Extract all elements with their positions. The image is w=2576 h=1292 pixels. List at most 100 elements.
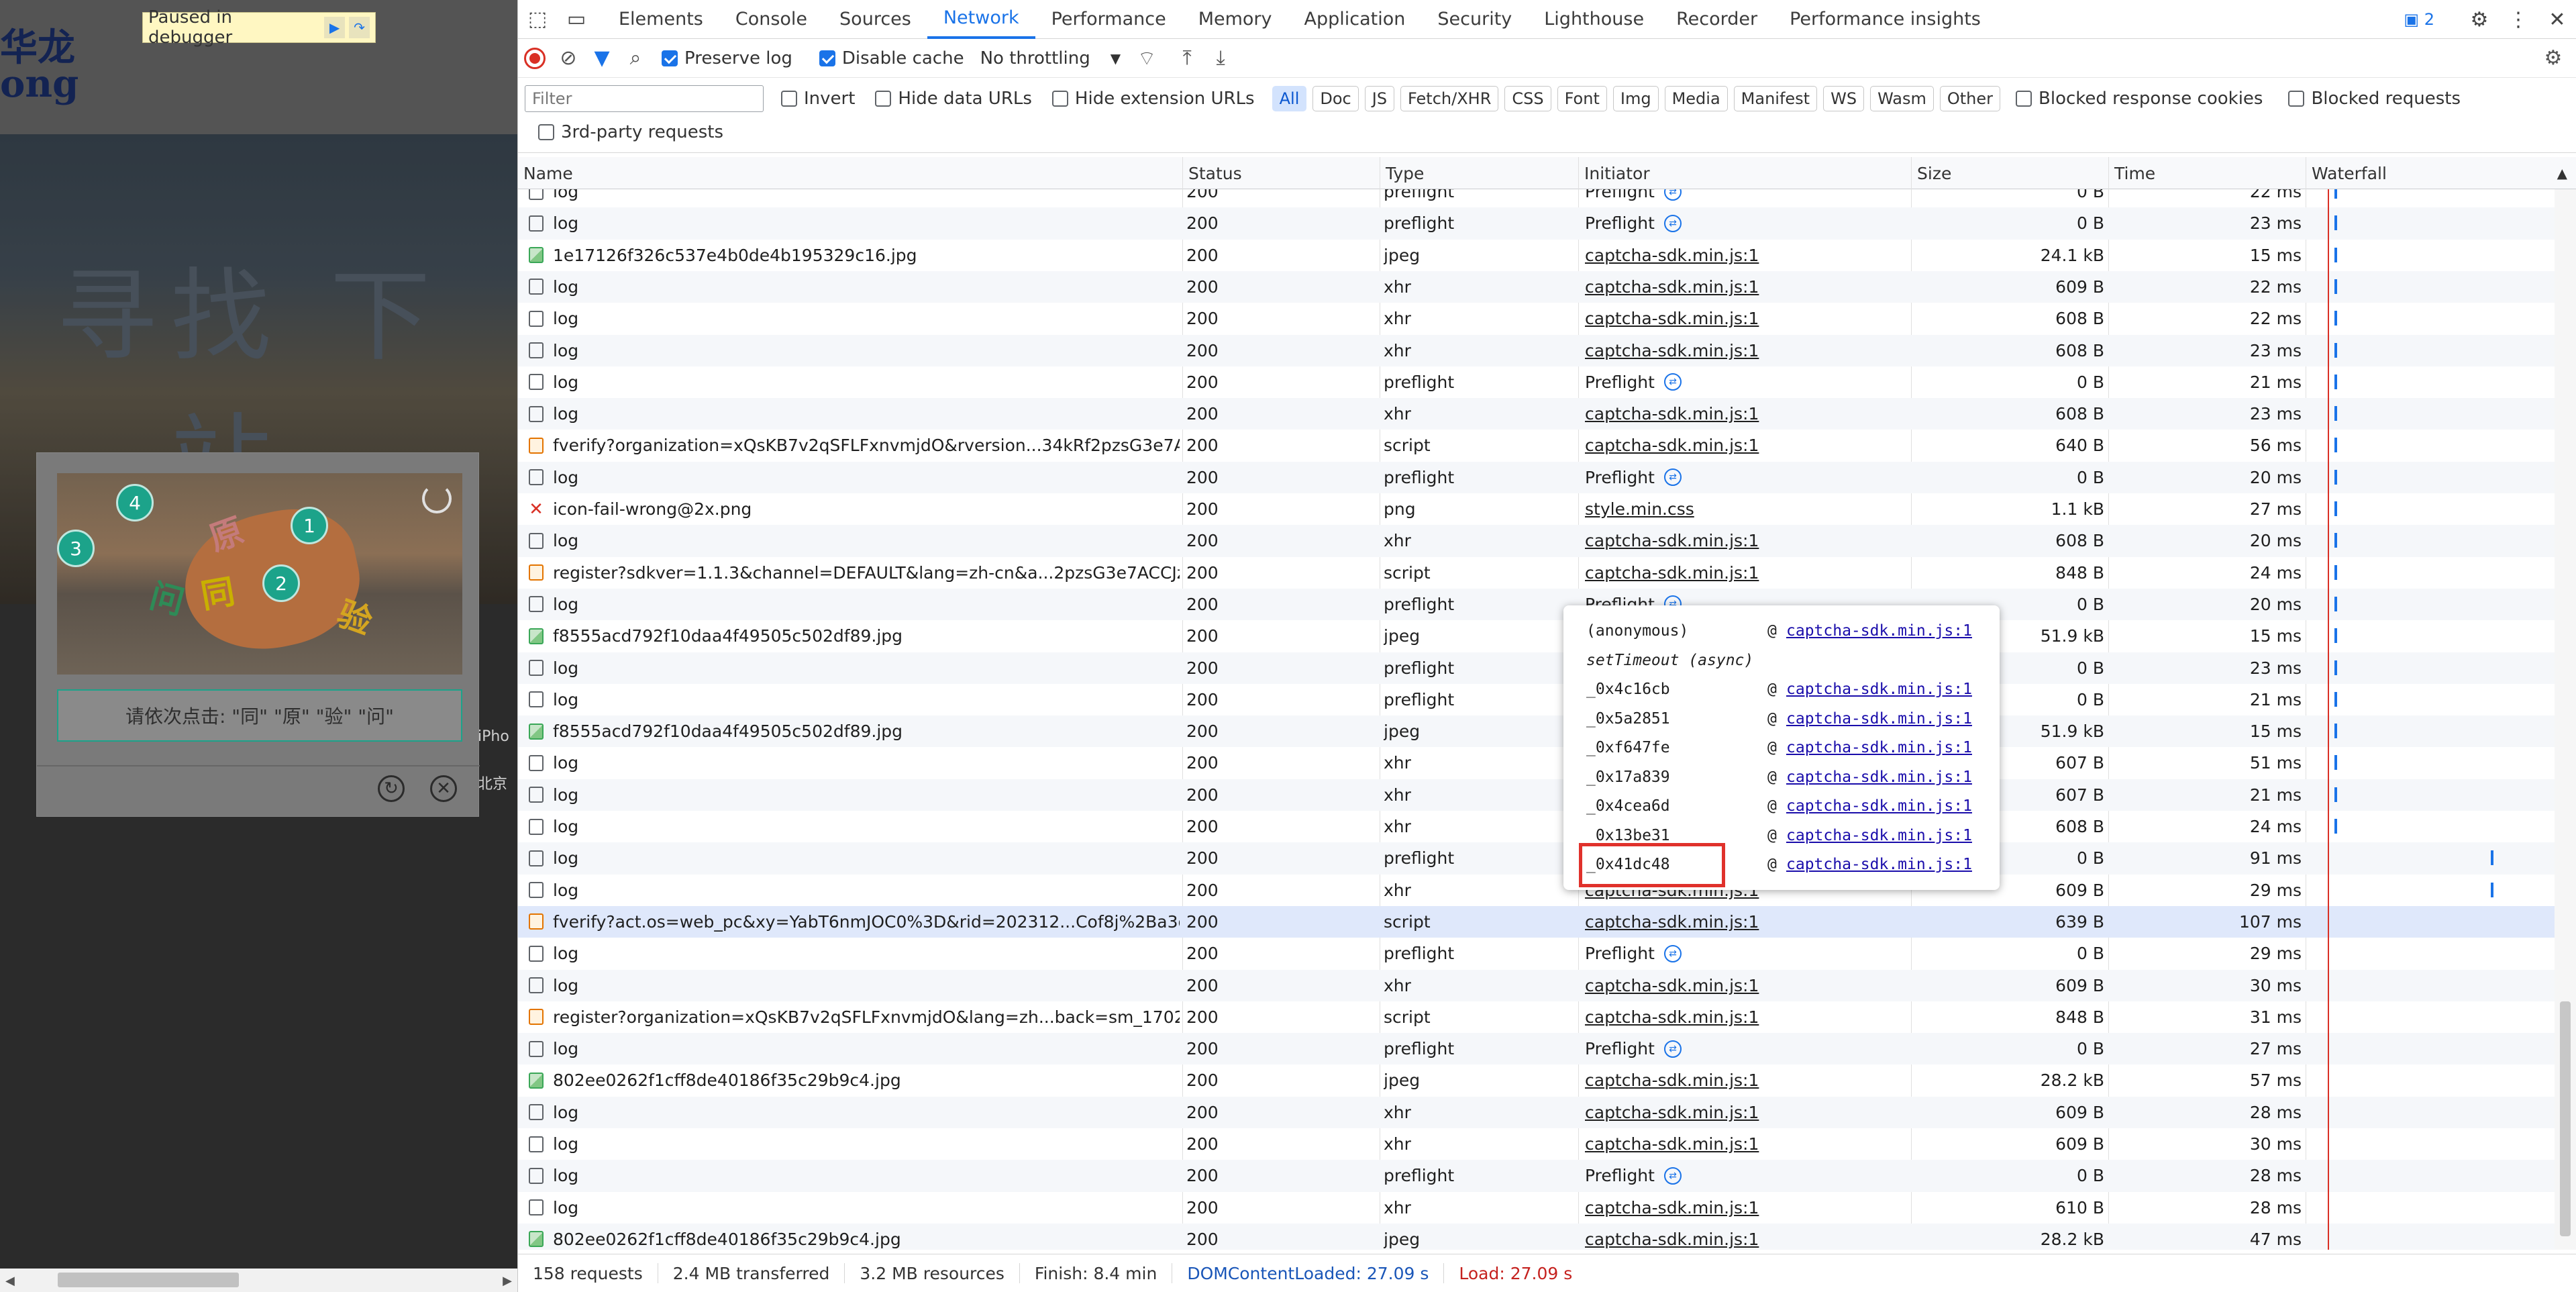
throttling-select[interactable]: No throttling ▼	[980, 48, 1121, 68]
preflight-icon[interactable]: ⇄	[1663, 214, 1682, 232]
table-row[interactable]: log 200 xhr captcha-sdk.min.js:1 610 B 28 ms	[518, 1192, 2555, 1224]
filter-type-doc[interactable]: Doc	[1312, 86, 1359, 111]
invert-checkbox[interactable]: Invert	[781, 89, 855, 109]
table-row[interactable]: log 200 preflight Preflight ⇄ 0 B 29 ms	[518, 938, 2555, 969]
filter-type-font[interactable]: Font	[1557, 86, 1607, 111]
network-settings-icon[interactable]: ⚙	[2536, 39, 2570, 78]
initiator-cell[interactable]: captcha-sdk.min.js:1	[1585, 525, 1907, 556]
initiator-link[interactable]: captcha-sdk.min.js:1	[1585, 912, 1759, 932]
table-row[interactable]: log200preflightPreflight⇄0 B21 ms	[518, 684, 2555, 715]
network-conditions-icon[interactable]: ⌔	[1130, 39, 1164, 78]
initiator-link[interactable]: captcha-sdk.min.js:1	[1585, 1230, 1759, 1249]
column-status[interactable]: Status	[1182, 157, 1380, 189]
tab-elements[interactable]: Elements	[603, 0, 719, 39]
initiator-link[interactable]: captcha-sdk.min.js:1	[1585, 1198, 1759, 1218]
close-devtools-icon[interactable]: ✕	[2538, 0, 2576, 39]
table-row[interactable]: log200preflightPreflight⇄0 B23 ms	[518, 207, 2555, 240]
table-row[interactable]: log 200 xhr captcha-sdk.min.js:1 609 B 29 ms	[518, 875, 2555, 906]
table-row[interactable]: fverify?organization=xQsKB7v2qSFLFxnvmjd…	[518, 430, 2555, 461]
table-row[interactable]: log200xhrcaptcha-sdk.min.js:1608 B24 ms	[518, 811, 2555, 842]
table-row[interactable]: log 200 preflight Preflight ⇄ 0 B 22 ms	[518, 189, 2555, 207]
column-initiator[interactable]: Initiator	[1578, 157, 1911, 189]
initiator-cell[interactable]: captcha-sdk.min.js:1	[1585, 271, 1907, 303]
initiator-cell[interactable]: style.min.css	[1585, 493, 1907, 525]
initiator-link[interactable]: captcha-sdk.min.js:1	[1585, 1071, 1759, 1090]
import-har-icon[interactable]: ⤒	[1170, 39, 1204, 78]
tab-console[interactable]: Console	[719, 0, 823, 39]
tab-recorder[interactable]: Recorder	[1660, 0, 1773, 39]
filter-type-media[interactable]: Media	[1664, 86, 1728, 111]
column-time[interactable]: Time	[2108, 157, 2306, 189]
stack-source-link[interactable]: captcha-sdk.min.js:1	[1786, 739, 1972, 756]
blocked-response-cookies-checkbox[interactable]: Blocked response cookies	[2016, 89, 2263, 109]
table-row[interactable]: log 200 xhr captcha-sdk.min.js:1 608 B 23 ms	[518, 334, 2555, 366]
filter-type-manifest[interactable]: Manifest	[1733, 86, 1818, 111]
table-row[interactable]: ✕ icon-fail-wrong@2x.png 200 png style.min.c…	[518, 493, 2555, 525]
tab-performance-insights[interactable]: Performance insights	[1773, 0, 1997, 39]
table-row[interactable]: log200xhrcaptcha-sdk.min.js:1607 B51 ms	[518, 747, 2555, 779]
stack-source-link[interactable]: captcha-sdk.min.js:1	[1786, 681, 1972, 698]
initiator-cell[interactable]: captcha-sdk.min.js:1	[1585, 1097, 1907, 1128]
initiator-link[interactable]: captcha-sdk.min.js:1	[1585, 1007, 1759, 1027]
table-row[interactable]: log 200 preflight Preflight ⇄ 0 B 20 ms	[518, 461, 2555, 493]
initiator-cell[interactable]: captcha-sdk.min.js:1	[1585, 557, 1907, 589]
column-name[interactable]: Name	[518, 157, 1182, 189]
search-icon[interactable]: ⌕	[619, 39, 652, 78]
preflight-icon[interactable]: ⇄	[1663, 373, 1682, 391]
preflight-icon[interactable]: ⇄	[1663, 189, 1682, 201]
initiator-link[interactable]: captcha-sdk.min.js:1	[1585, 246, 1759, 265]
table-row[interactable]: log200preflightPreflight⇄0 B23 ms	[518, 652, 2555, 684]
initiator-cell[interactable]: captcha-sdk.min.js:1	[1585, 1064, 1907, 1096]
tab-application[interactable]: Application	[1288, 0, 1422, 39]
tab-memory[interactable]: Memory	[1182, 0, 1288, 39]
preflight-icon[interactable]: ⇄	[1663, 1166, 1682, 1185]
initiator-cell[interactable]: captcha-sdk.min.js:1	[1585, 240, 1907, 271]
initiator-link[interactable]: captcha-sdk.min.js:1	[1585, 309, 1759, 328]
table-row[interactable]: log 200 xhr captcha-sdk.min.js:1 609 B 28 ms	[518, 1096, 2555, 1128]
filter-type-js[interactable]: JS	[1364, 86, 1395, 111]
initiator-link[interactable]: captcha-sdk.min.js:1	[1585, 1103, 1759, 1122]
scroll-left-icon[interactable]: ◀	[5, 1274, 15, 1288]
export-har-icon[interactable]: ⤓	[1204, 39, 1237, 78]
table-row[interactable]: log 200 preflight Preflight ⇄ 0 B 27 ms	[518, 1033, 2555, 1065]
tab-network[interactable]: Network	[927, 0, 1035, 39]
tab-performance[interactable]: Performance	[1035, 0, 1182, 39]
preserve-log-checkbox[interactable]: Preserve log	[662, 48, 792, 68]
initiator-link[interactable]: captcha-sdk.min.js:1	[1585, 277, 1759, 297]
initiator-link[interactable]: captcha-sdk.min.js:1	[1585, 976, 1759, 995]
initiator-cell[interactable]: captcha-sdk.min.js:1	[1585, 303, 1907, 334]
stack-source-link[interactable]: captcha-sdk.min.js:1	[1786, 710, 1972, 728]
stack-source-link[interactable]: captcha-sdk.min.js:1	[1786, 797, 1972, 815]
initiator-cell[interactable]: captcha-sdk.min.js:1	[1585, 970, 1907, 1001]
resume-icon[interactable]: ▶	[324, 17, 346, 38]
initiator-cell[interactable]: captcha-sdk.min.js:1	[1585, 906, 1907, 938]
disable-cache-checkbox[interactable]: Disable cache	[819, 48, 964, 68]
inspect-element-icon[interactable]: ⬚	[518, 0, 557, 39]
filter-type-css[interactable]: CSS	[1504, 86, 1551, 111]
initiator-cell[interactable]: captcha-sdk.min.js:1	[1585, 1128, 1907, 1160]
table-row[interactable]: fverify?act.os=web_pc&xy=YabT6nmJOC0%3D&…	[518, 905, 2555, 938]
initiator-cell[interactable]: captcha-sdk.min.js:1	[1585, 398, 1907, 430]
device-toolbar-icon[interactable]: ▭	[557, 0, 596, 39]
initiator-cell[interactable]: captcha-sdk.min.js:1	[1585, 1224, 1907, 1250]
table-row[interactable]: 802ee0262f1cff8de40186f35c29b9c4.jpg 200 j…	[518, 1064, 2555, 1096]
initiator-link[interactable]: captcha-sdk.min.js:1	[1585, 563, 1759, 583]
clear-icon[interactable]: ⊘	[552, 39, 585, 78]
table-row[interactable]: log200preflightPreflight⇄0 B21 ms	[518, 366, 2555, 398]
initiator-cell[interactable]: captcha-sdk.min.js:1	[1585, 430, 1907, 461]
initiator-link[interactable]: captcha-sdk.min.js:1	[1585, 404, 1759, 424]
filter-icon[interactable]: ▼	[585, 39, 619, 78]
table-row[interactable]: f8555acd792f10daa4f49505c502df89.jpg 200 j…	[518, 620, 2555, 652]
filter-type-fetchxhr[interactable]: Fetch/XHR	[1400, 86, 1499, 111]
column-size[interactable]: Size	[1911, 157, 2108, 189]
horizontal-scrollbar[interactable]: ◀ ▶	[0, 1269, 517, 1292]
preflight-icon[interactable]: ⇄	[1663, 1040, 1682, 1058]
table-row[interactable]: log 200 xhr captcha-sdk.min.js:1 608 B 20 ms	[518, 525, 2555, 557]
blocked-requests-checkbox[interactable]: Blocked requests	[2288, 89, 2461, 109]
filter-type-ws[interactable]: WS	[1823, 86, 1865, 111]
record-button[interactable]	[518, 39, 552, 78]
scroll-right-icon[interactable]: ▶	[503, 1274, 512, 1288]
table-row[interactable]: log 200 xhr captcha-sdk.min.js:1 609 B 30 ms	[518, 969, 2555, 1001]
more-options-icon[interactable]: ⋮	[2499, 0, 2538, 39]
table-row[interactable]: 802ee0262f1cff8de40186f35c29b9c4.jpg 200 j…	[518, 1223, 2555, 1250]
